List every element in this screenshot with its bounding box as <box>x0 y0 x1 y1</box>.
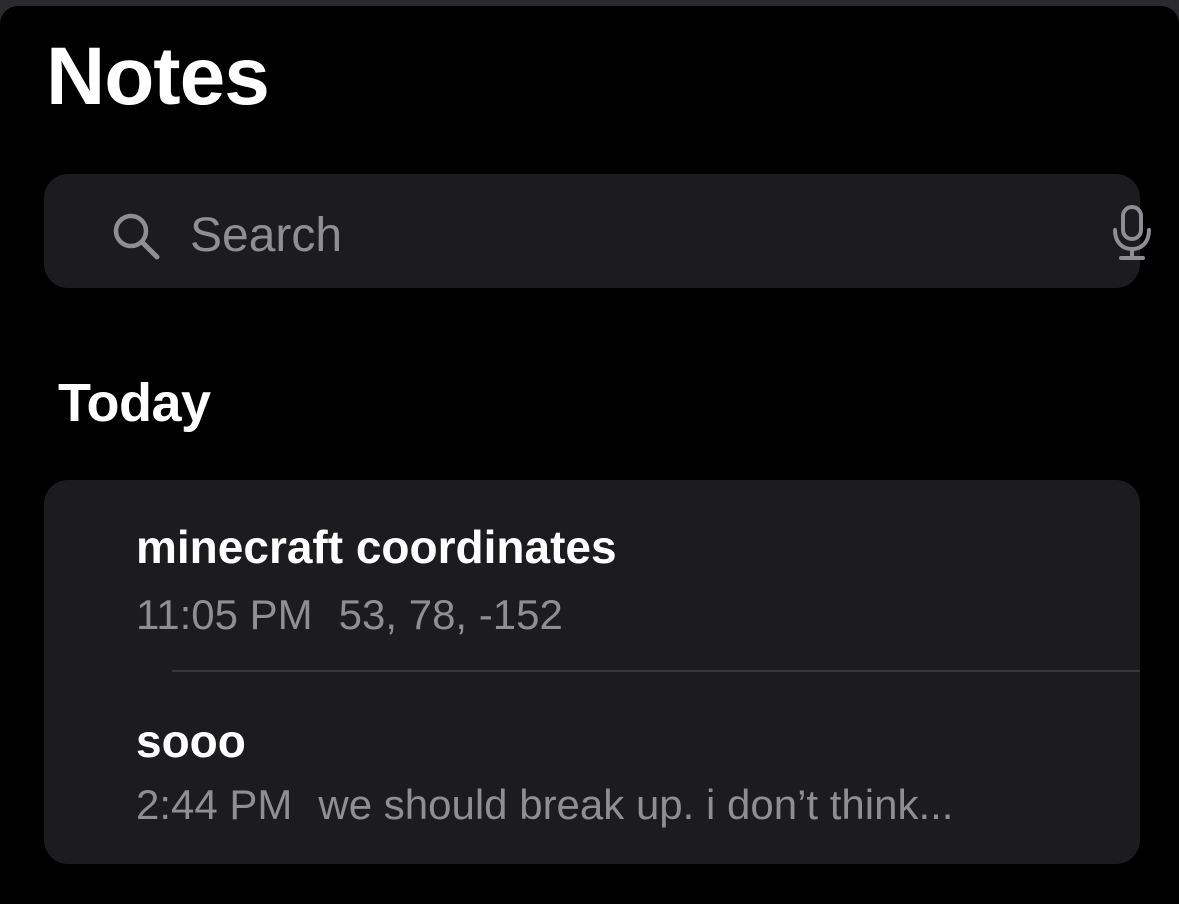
page-title: Notes <box>46 31 270 122</box>
note-item[interactable]: minecraft coordinates 11:05 PM 53, 78, -1… <box>44 480 1140 670</box>
search-input[interactable] <box>190 208 1070 263</box>
note-preview: 53, 78, -152 <box>338 591 563 638</box>
note-time: 2:44 PM <box>136 781 293 828</box>
search-bar[interactable] <box>44 174 1151 288</box>
notes-list: minecraft coordinates 11:05 PM 53, 78, -1… <box>44 480 1140 864</box>
microphone-icon[interactable] <box>1108 204 1156 262</box>
note-item[interactable]: sooo 2:44 PM we should break up. i don’t … <box>44 672 1140 862</box>
note-meta: 2:44 PM we should break up. i don’t think… <box>136 784 953 826</box>
note-title: sooo <box>136 715 246 767</box>
note-meta: 11:05 PM 53, 78, -152 <box>136 594 563 636</box>
note-time: 11:05 PM <box>136 591 313 638</box>
note-title: minecraft coordinates <box>136 521 617 573</box>
notes-screen: Notes Today minecraft coordinates 11:05 … <box>0 6 1179 904</box>
search-icon <box>113 213 160 260</box>
section-header-today: Today <box>58 373 211 433</box>
note-preview: we should break up. i don’t think... <box>318 781 954 828</box>
